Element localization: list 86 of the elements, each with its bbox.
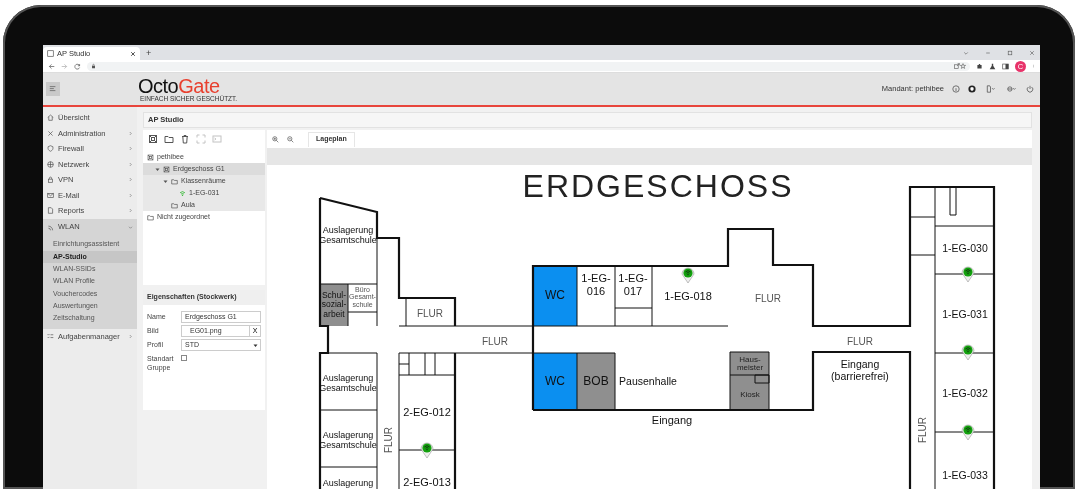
plan-label: Kiosk bbox=[740, 390, 760, 399]
menu-button[interactable] bbox=[46, 82, 60, 96]
chevron-down-icon bbox=[128, 224, 133, 230]
checklist-icon bbox=[47, 332, 54, 340]
plan-label: 1-EG- 017 bbox=[618, 271, 648, 297]
wifi-pin-icon bbox=[961, 344, 975, 361]
lock-icon bbox=[47, 176, 54, 184]
plan-label: 1-EG-032 bbox=[942, 387, 988, 399]
plan-label: FLUR bbox=[416, 308, 444, 319]
chevron-right-icon bbox=[128, 177, 133, 183]
chevron-right-icon bbox=[128, 146, 133, 152]
info-icon[interactable] bbox=[952, 85, 960, 93]
plan-label: Auslagerung Gesamtschule bbox=[319, 225, 377, 245]
chevron-down-icon[interactable] bbox=[963, 49, 969, 56]
document-icon bbox=[47, 207, 54, 215]
plan-label: 2-EG-012 bbox=[403, 406, 451, 418]
restore-icon[interactable] bbox=[1007, 49, 1013, 56]
plan-label: 1-EG- 016 bbox=[581, 271, 611, 297]
sidebar-icon[interactable] bbox=[1002, 62, 1009, 70]
envelope-icon bbox=[47, 191, 54, 199]
folder-icon-button[interactable] bbox=[164, 134, 174, 144]
floor-plan-icon bbox=[147, 153, 154, 161]
wifi-pin-icon bbox=[961, 424, 975, 441]
plan-label: Auslagerung Gesamtschule bbox=[319, 430, 377, 450]
wifi-pin-icon bbox=[681, 267, 695, 284]
plan-label: 2-EG-013 bbox=[403, 476, 451, 488]
plan-label: 1-EG-031 bbox=[942, 308, 988, 320]
wifi-pin-icon bbox=[961, 266, 975, 283]
shield-icon bbox=[47, 145, 54, 153]
plan-label: FLUR bbox=[846, 336, 874, 347]
folder-icon bbox=[171, 201, 178, 209]
new-tab-button[interactable]: + bbox=[140, 49, 158, 60]
plan-label: Schul- sozial- arbeit bbox=[321, 289, 347, 319]
caret-down-icon bbox=[253, 342, 258, 348]
plan-label: FLUR bbox=[481, 336, 509, 347]
chevron-right-icon bbox=[128, 161, 133, 167]
shield-icon[interactable] bbox=[968, 85, 976, 93]
share-icon[interactable] bbox=[954, 63, 960, 69]
plan-label: FLUR bbox=[754, 293, 782, 304]
plan-label: 1-EG-033 bbox=[942, 469, 988, 481]
plan-label: 1-EG-018 bbox=[664, 290, 712, 302]
plan-label: Eingang bbox=[651, 414, 693, 426]
star-icon[interactable] bbox=[960, 63, 966, 69]
forward-arrow-icon[interactable] bbox=[61, 62, 68, 70]
chevron-right-icon bbox=[128, 208, 133, 214]
plan-label: 1-EG-030 bbox=[942, 242, 988, 254]
folder-icon bbox=[147, 213, 154, 221]
plan-label: Pausenhalle bbox=[619, 375, 677, 387]
checkbox[interactable] bbox=[181, 355, 187, 361]
wifi-icon bbox=[47, 223, 54, 231]
plan-label: Haus- meister bbox=[736, 355, 764, 372]
home-icon bbox=[47, 114, 54, 122]
document-dropdown-icon[interactable] bbox=[984, 85, 997, 93]
chevron-right-icon bbox=[128, 333, 133, 339]
plan-label: Eingang (barrierefrei) bbox=[831, 358, 889, 382]
back-arrow-icon[interactable] bbox=[48, 62, 55, 70]
zoom-out-icon[interactable] bbox=[287, 135, 294, 143]
zoom-in-icon[interactable] bbox=[272, 135, 279, 143]
plan-label: WC bbox=[545, 288, 565, 302]
power-icon[interactable] bbox=[1026, 85, 1034, 93]
globe-icon bbox=[47, 160, 54, 168]
folder-icon bbox=[171, 177, 178, 185]
floor-plan-icon-button[interactable] bbox=[148, 134, 158, 144]
wifi-icon bbox=[179, 189, 186, 197]
plan-label: FLUR bbox=[383, 426, 394, 454]
globe-dropdown-icon[interactable] bbox=[1005, 85, 1018, 93]
plan-label: Auslagerung bbox=[322, 478, 374, 488]
logo: OctoGate bbox=[138, 75, 220, 96]
plan-label: Auslagerung Gesamtschule bbox=[319, 373, 377, 393]
wifi-pin-icon bbox=[420, 442, 434, 459]
address-field[interactable] bbox=[87, 61, 970, 71]
menu-icon bbox=[49, 85, 57, 93]
flask-icon[interactable] bbox=[989, 62, 996, 70]
chevron-right-icon bbox=[128, 192, 133, 198]
chevron-right-icon bbox=[128, 130, 133, 136]
plan-title: ERDGESCHOSS bbox=[522, 168, 794, 204]
trash-icon-button[interactable] bbox=[180, 134, 190, 144]
page-icon bbox=[47, 50, 54, 57]
lock-icon bbox=[91, 63, 96, 69]
plan-label: WC bbox=[545, 374, 565, 388]
reload-icon[interactable] bbox=[74, 62, 81, 70]
floor-plan-icon bbox=[163, 165, 170, 173]
close-icon[interactable] bbox=[130, 50, 136, 57]
plan-label: FLUR bbox=[917, 416, 928, 444]
plan-label: BOB bbox=[583, 374, 609, 388]
puzzle-icon[interactable] bbox=[976, 62, 983, 70]
